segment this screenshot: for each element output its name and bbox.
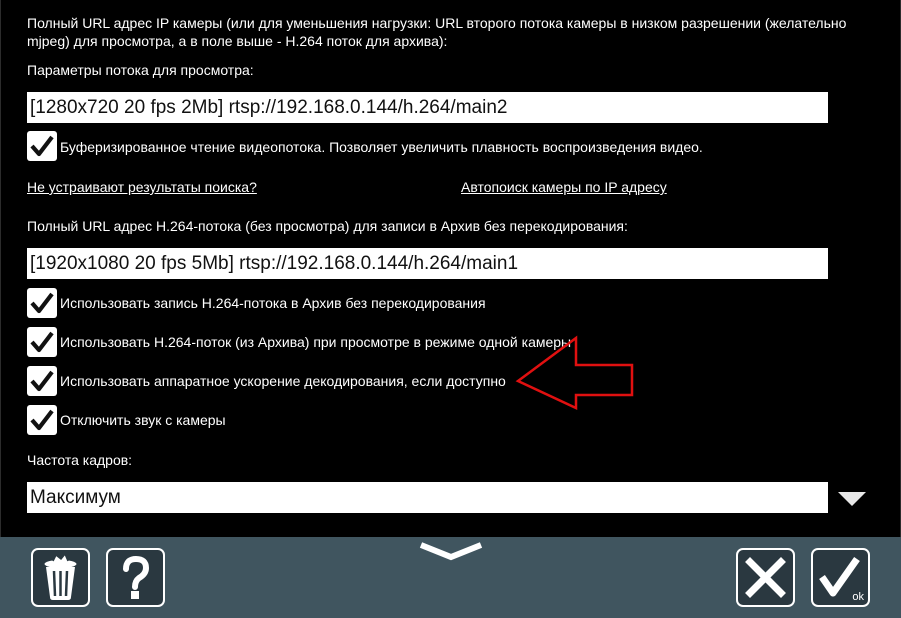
checkmark-icon [30, 292, 54, 314]
h264-url-label: Полный URL адрес H.264-потока (без просм… [27, 218, 628, 234]
autodetect-camera-link[interactable]: Автопоиск камеры по IP адресу [461, 178, 667, 196]
option-checkbox-hw-acceleration[interactable] [27, 366, 57, 396]
frame-rate-label: Частота кадров: [27, 452, 133, 468]
confirm-button[interactable]: ok [811, 548, 870, 607]
option-label-mute-audio: Отключить звук с камеры [60, 412, 226, 428]
option-checkbox-mute-audio[interactable] [27, 405, 57, 435]
option-label-hw-acceleration: Использовать аппаратное ускорение декоди… [60, 373, 506, 389]
checkmark-icon [30, 409, 54, 431]
buffered-reading-checkbox[interactable] [27, 131, 57, 161]
checkmark-icon [30, 370, 54, 392]
question-icon [123, 555, 150, 599]
search-results-link[interactable]: Не устраивают результаты поиска? [27, 178, 257, 196]
ok-label: ok [852, 591, 864, 603]
frame-rate-select[interactable]: Максимум [27, 482, 828, 513]
main-url-input[interactable]: [1280x720 20 fps 2Mb] rtsp://192.168.0.1… [27, 92, 828, 123]
option-label-h264-view: Использовать H.264-поток (из Архива) при… [60, 334, 572, 350]
help-button[interactable] [106, 548, 165, 607]
checkmark-icon [30, 135, 54, 157]
stream-params-label: Параметры потока для просмотра: [27, 62, 254, 78]
main-url-description: Полный URL адрес IP камеры (или для умен… [27, 15, 847, 49]
option-checkbox-h264-view[interactable] [27, 327, 57, 357]
delete-button[interactable] [31, 548, 90, 607]
checkmark-icon [30, 331, 54, 353]
option-label-h264-record: Использовать запись H.264-потока в Архив… [60, 295, 486, 311]
close-icon [745, 557, 786, 598]
buffered-reading-label: Буферизированное чтение видеопотока. Поз… [60, 139, 703, 155]
cancel-button[interactable] [736, 548, 795, 607]
h264-url-input[interactable]: [1920x1080 20 fps 5Mb] rtsp://192.168.0.… [27, 248, 828, 279]
chevron-down-icon[interactable] [418, 540, 484, 564]
triangle-down-icon[interactable] [836, 489, 868, 509]
option-checkbox-h264-record[interactable] [27, 288, 57, 318]
trash-icon [44, 552, 77, 600]
